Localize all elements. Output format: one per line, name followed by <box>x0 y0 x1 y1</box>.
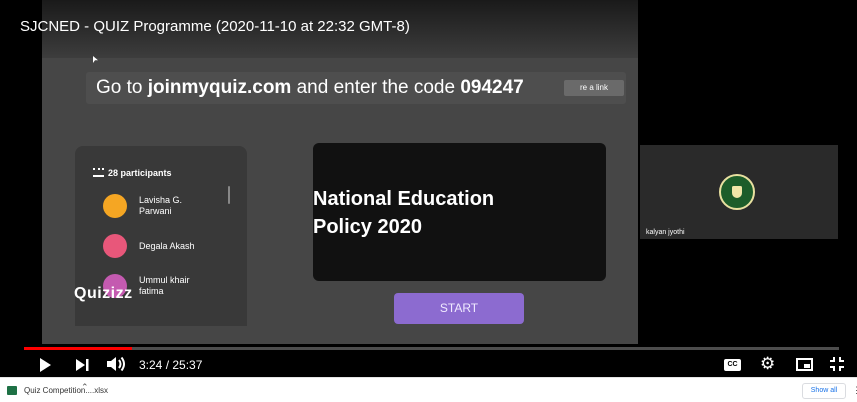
progress-bar[interactable] <box>24 347 839 350</box>
settings-gear-icon[interactable]: ⚙ <box>760 355 775 373</box>
video-title[interactable]: SJCNED - QUIZ Programme (2020-11-10 at 2… <box>20 18 410 35</box>
progress-played <box>24 347 133 350</box>
participants-header: 28 participants <box>93 168 172 178</box>
join-banner: Go to joinmyquiz.com and enter the code … <box>86 72 626 104</box>
participant-name: Degala Akash <box>139 240 195 251</box>
exit-fullscreen-icon[interactable] <box>829 356 845 372</box>
miniplayer-icon[interactable] <box>796 358 813 371</box>
participant-item: Lavisha G. Parwani <box>103 194 209 218</box>
play-icon[interactable] <box>40 358 51 372</box>
more-options-icon[interactable]: ⋮ <box>852 385 857 396</box>
join-code: 094247 <box>460 77 524 98</box>
chevron-up-icon[interactable]: ⌃ <box>81 382 89 393</box>
download-bar: Quiz Competition....xlsx ⌃ Show all ⋮ <box>0 377 857 402</box>
download-file-name[interactable]: Quiz Competition....xlsx <box>24 386 108 395</box>
next-icon[interactable] <box>75 358 89 372</box>
video-player[interactable]: SJCNED - QUIZ Programme (2020-11-10 at 2… <box>0 0 857 377</box>
participant-avatar-icon <box>103 234 127 258</box>
player-controls: 3:24 / 25:37 CC ⚙ <box>0 352 857 376</box>
start-button: START <box>394 293 524 324</box>
excel-file-icon <box>7 386 17 395</box>
show-all-button[interactable]: Show all <box>802 383 846 399</box>
participants-count: 28 participants <box>108 168 172 178</box>
share-link-button: re a link <box>564 80 624 96</box>
quizizz-logo: Quizizz <box>74 285 133 302</box>
participant-name: Lavisha G. Parwani <box>139 195 183 216</box>
time-display: 3:24 / 25:37 <box>139 358 203 372</box>
join-instructions: Go to joinmyquiz.com and enter the code … <box>96 77 524 99</box>
participant-avatar-icon <box>103 194 127 218</box>
participant-name: Ummul khair fatima <box>139 275 190 296</box>
join-middle: and enter the code <box>291 77 461 98</box>
college-crest-icon <box>719 174 755 210</box>
participant-item: Degala Akash <box>103 234 209 258</box>
participants-icon <box>93 168 104 177</box>
participants-scrollbar <box>228 186 230 204</box>
volume-icon[interactable] <box>106 356 126 372</box>
question-card: National Education Policy 2020 <box>313 143 606 281</box>
speaker-tile: kalyan jyothi <box>640 145 838 239</box>
captions-icon[interactable]: CC <box>724 359 741 371</box>
question-text: National Education Policy 2020 <box>313 188 495 238</box>
join-prefix: Go to <box>96 77 148 98</box>
join-site: joinmyquiz.com <box>147 77 292 98</box>
speaker-name: kalyan jyothi <box>646 229 685 236</box>
